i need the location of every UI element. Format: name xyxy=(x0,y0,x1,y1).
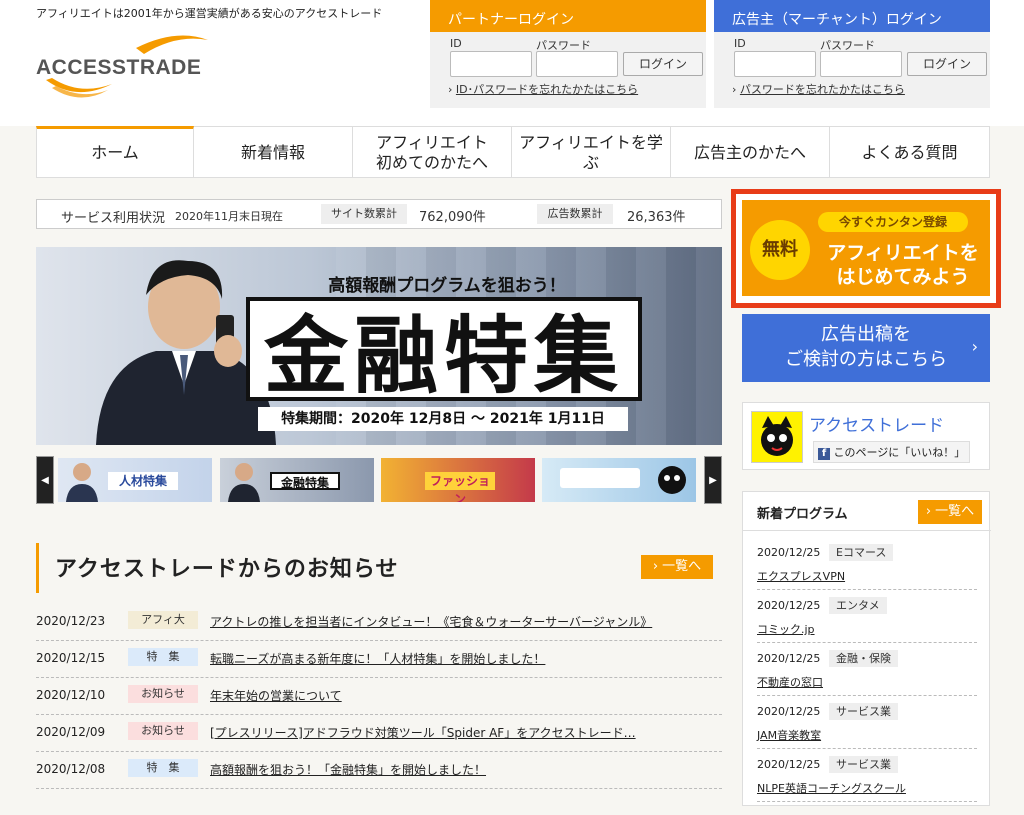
thumb-banner-shape xyxy=(560,468,640,488)
partner-login-panel: パートナーログイン ID パスワード ログイン › ID･パスワードを忘れたかた… xyxy=(430,0,706,108)
news-row: 2020/12/09 お知らせ [プレスリリース]アドフラウド対策ツール「Spi… xyxy=(36,715,722,752)
divider xyxy=(743,530,991,531)
site-header: アフィリエイトは2001年から運営実績がある安心のアクセストレード ACCESS… xyxy=(0,0,1024,126)
news-title: アクセストレードからのお知らせ xyxy=(55,557,399,582)
program-item: 2020/12/25 Eコマース エクスプレスVPN xyxy=(757,538,977,590)
partner-login-title: パートナーログイン xyxy=(430,0,706,32)
chevron-right-icon: › xyxy=(971,337,978,356)
programs-title: 新着プログラム xyxy=(757,507,848,522)
program-item: 2020/12/25 金融・保険 不動産の窓口 xyxy=(757,644,977,696)
news-category-badge: アフィ大 xyxy=(128,611,198,629)
partner-id-input[interactable] xyxy=(450,51,532,77)
sites-value: 762,090件 xyxy=(419,210,486,225)
facebook-icon: f xyxy=(818,448,830,460)
program-link[interactable]: JAM音楽教室 xyxy=(757,727,821,743)
cat-mascot-icon xyxy=(761,416,793,456)
program-category: サービス業 xyxy=(829,756,898,773)
nav-home[interactable]: ホーム xyxy=(36,126,194,177)
news-row: 2020/12/10 お知らせ 年末年始の営業について xyxy=(36,678,722,715)
program-category: サービス業 xyxy=(829,703,898,720)
facebook-widget: アクセストレード f このページに「いいね！」 xyxy=(742,402,990,470)
ads-label: 広告数累計 xyxy=(537,204,613,224)
nav-faq[interactable]: よくある質問 xyxy=(830,127,990,178)
ads-value: 26,363件 xyxy=(627,210,686,225)
register-cta-body: 無料 今すぐカンタン登録 アフィリエイトを はじめてみよう xyxy=(742,200,990,296)
news-link[interactable]: 高額報酬を狙おう！「金融特集」を開始しました！ xyxy=(210,761,486,778)
partner-forgot-link[interactable]: › ID･パスワードを忘れたかたはこちら xyxy=(448,81,638,97)
advertise-line2: ご検討の方はこちら xyxy=(785,349,947,370)
tagline: アフィリエイトは2001年から運営実績がある安心のアクセストレード xyxy=(36,7,383,20)
partner-pw-input[interactable] xyxy=(536,51,618,77)
program-item: 2020/12/25 サービス業 NLPE英語コーチングスクール xyxy=(757,750,977,802)
programs-more-button[interactable]: › 一覧へ xyxy=(918,500,982,524)
program-link[interactable]: NLPE英語コーチングスクール xyxy=(757,780,906,796)
nav-first-time[interactable]: アフィリエイト 初めてのかたへ xyxy=(353,127,512,178)
merchant-login-title: 広告主（マーチャント）ログイン xyxy=(714,0,990,32)
program-category: 金融・保険 xyxy=(829,650,898,667)
merchant-id-input[interactable] xyxy=(734,51,816,77)
program-category: エンタメ xyxy=(829,597,887,614)
news-category-badge: 特 集 xyxy=(128,759,198,777)
free-badge: 無料 xyxy=(750,220,810,280)
hero-banner[interactable]: 高額報酬プログラムを狙おう！ 金融特集 特集期間：2020年 12月8日 〜 2… xyxy=(36,247,722,445)
cat-mascot-icon xyxy=(658,466,686,494)
facebook-like-button[interactable]: f このページに「いいね！」 xyxy=(813,441,971,463)
partner-id-label: ID xyxy=(450,37,462,50)
program-item: 2020/12/25 サービス業 JAM音楽教室 xyxy=(757,697,977,749)
facebook-page-name[interactable]: アクセストレード xyxy=(809,411,944,436)
nav-learn[interactable]: アフィリエイトを学ぶ xyxy=(512,127,671,178)
hero-period: 特集期間：2020年 12月8日 〜 2021年 1月11日 xyxy=(258,407,628,431)
thumb-person-icon xyxy=(228,463,260,502)
sites-label: サイト数累計 xyxy=(321,204,407,224)
news-link[interactable]: アクトレの推しを担当者にインタビュー！《宅食＆ウォーターサーバージャンル》 xyxy=(210,613,652,630)
service-status-bar: サービス利用状況 2020年11月末日現在 サイト数累計 762,090件 広告… xyxy=(36,199,722,229)
news-link[interactable]: 年末年始の営業について xyxy=(210,687,342,704)
news-category-badge: 特 集 xyxy=(128,648,198,666)
status-label: サービス利用状況 xyxy=(61,211,166,226)
merchant-id-label: ID xyxy=(734,37,746,50)
register-pill: 今すぐカンタン登録 xyxy=(818,212,968,232)
news-category-badge: お知らせ xyxy=(128,685,198,703)
program-link[interactable]: コミック.jp xyxy=(757,621,815,637)
nav-advertiser[interactable]: 広告主のかたへ xyxy=(671,127,830,178)
program-link[interactable]: 不動産の窓口 xyxy=(757,674,823,690)
program-category: Eコマース xyxy=(829,544,894,561)
merchant-login-button[interactable]: ログイン xyxy=(907,52,987,76)
news-more-button[interactable]: › 一覧へ xyxy=(641,555,713,579)
site-logo[interactable]: ACCESSTRADE xyxy=(36,32,236,102)
register-cta[interactable]: 無料 今すぐカンタン登録 アフィリエイトを はじめてみよう xyxy=(731,189,1001,308)
carousel-thumb[interactable] xyxy=(542,458,696,502)
news-row: 2020/12/08 特 集 高額報酬を狙おう！「金融特集」を開始しました！ xyxy=(36,752,722,789)
avatar[interactable] xyxy=(751,411,803,463)
register-line1: アフィリエイトを xyxy=(827,242,979,264)
news-row: 2020/12/15 特 集 転職ニーズが高まる新年度に！「人材特集」を開始しま… xyxy=(36,641,722,678)
register-line2: はじめてみよう xyxy=(836,266,970,288)
carousel-thumb[interactable]: ファッション xyxy=(381,458,535,502)
news-link[interactable]: [プレスリリース]アドフラウド対策ツール「Spider AF」をアクセストレード… xyxy=(210,724,636,741)
logo-text: ACCESSTRADE xyxy=(36,56,202,79)
carousel-thumb[interactable]: 人材特集 xyxy=(58,458,212,502)
carousel-next-button[interactable]: ▶ xyxy=(704,456,722,504)
carousel-prev-button[interactable]: ◀ xyxy=(36,456,54,504)
news-section-header: アクセストレードからのお知らせ › 一覧へ xyxy=(36,543,722,593)
new-programs-panel: 新着プログラム › 一覧へ 2020/12/25 Eコマース エクスプレスVPN… xyxy=(742,491,991,806)
carousel-thumb[interactable]: 金融特集 xyxy=(220,458,374,502)
nav-news[interactable]: 新着情報 xyxy=(194,127,353,178)
program-item: 2020/12/25 エンタメ コミック.jp xyxy=(757,591,977,643)
advertise-line1: 広告出稿を xyxy=(821,324,911,345)
news-category-badge: お知らせ xyxy=(128,722,198,740)
thumb-person-icon xyxy=(66,463,98,502)
merchant-login-panel: 広告主（マーチャント）ログイン ID パスワード ログイン › パスワードを忘れ… xyxy=(714,0,990,108)
merchant-forgot-link[interactable]: › パスワードを忘れたかたはこちら xyxy=(732,81,905,97)
program-link[interactable]: エクスプレスVPN xyxy=(757,568,845,584)
status-date: 2020年11月末日現在 xyxy=(175,210,283,223)
main-nav: ホーム 新着情報 アフィリエイト 初めてのかたへ アフィリエイトを学ぶ 広告主の… xyxy=(36,126,990,178)
partner-login-button[interactable]: ログイン xyxy=(623,52,703,76)
hero-title: 金融特集 xyxy=(246,297,642,405)
news-link[interactable]: 転職ニーズが高まる新年度に！「人材特集」を開始しました！ xyxy=(210,650,545,667)
news-row: 2020/12/23 アフィ大 アクトレの推しを担当者にインタビュー！《宅食＆ウ… xyxy=(36,604,722,641)
advertise-cta[interactable]: 広告出稿を ご検討の方はこちら › xyxy=(742,314,990,382)
merchant-pw-input[interactable] xyxy=(820,51,902,77)
